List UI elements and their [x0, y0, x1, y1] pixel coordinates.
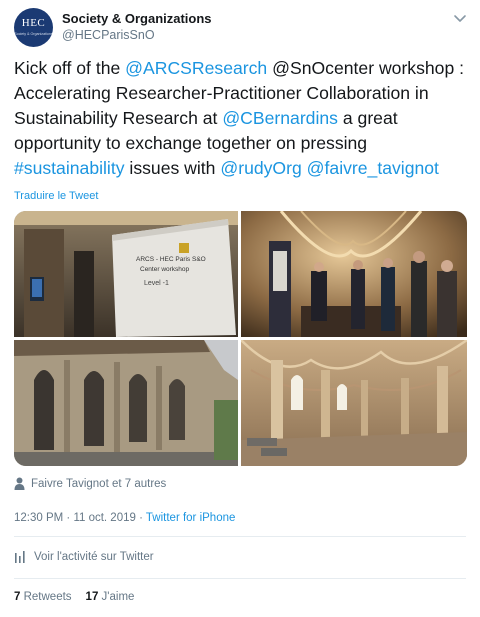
photo-attendees-hall[interactable] [241, 211, 467, 337]
engagement-stats: 7 Retweets 17 J'aime [14, 591, 134, 603]
likes-stat[interactable]: 17 J'aime [86, 591, 135, 603]
tweet-header: HEC Society & Organizations Society & Or… [14, 8, 470, 48]
author-handle[interactable]: @HECParisSnO [62, 27, 212, 43]
photo-attendees-hall-image [241, 211, 467, 337]
timestamp-row: 12:30 PM · 11 oct. 2019 · Twitter for iP… [14, 512, 235, 524]
author-names[interactable]: Society & Organizations @HECParisSnO [62, 11, 212, 43]
photo-workshop-sign[interactable]: ARCS - HEC Paris S&O Center workshop Lev… [14, 211, 238, 337]
avatar-logo-text: HEC [21, 17, 46, 29]
bar-chart-icon [15, 551, 25, 563]
photo-vaulted-hall-image [241, 340, 467, 466]
mention-link[interactable]: @CBernardins [222, 108, 338, 128]
person-icon [14, 477, 25, 490]
mention-link[interactable]: @faivre_tavignot [307, 158, 439, 178]
retweets-stat[interactable]: 7 Retweets [14, 591, 72, 603]
sign-line-1: ARCS - HEC Paris S&O [136, 256, 206, 263]
sign-line-2: Center workshop [140, 266, 190, 273]
retweets-count: 7 [14, 591, 21, 603]
view-activity-label[interactable]: Voir l'activité sur Twitter [34, 551, 154, 563]
tweet-text-segment: Kick off of the [14, 58, 126, 78]
chevron-down-icon[interactable] [452, 10, 468, 26]
hashtag-link[interactable]: #sustainability [14, 158, 125, 178]
likers-text[interactable]: Faivre Tavignot et 7 autres [31, 478, 166, 490]
author-display-name[interactable]: Society & Organizations [62, 11, 212, 27]
mention-link[interactable]: @rudyOrg [220, 158, 301, 178]
avatar[interactable]: HEC Society & Organizations [14, 8, 53, 47]
photo-workshop-sign-image: ARCS - HEC Paris S&O Center workshop Lev… [14, 211, 238, 337]
divider [14, 536, 466, 537]
view-activity-row[interactable]: Voir l'activité sur Twitter [14, 550, 154, 563]
tweet-text: Kick off of the @ARCSResearch @SnOcenter… [14, 56, 472, 181]
mention-link[interactable]: @ARCSResearch [125, 58, 267, 78]
retweets-label: Retweets [23, 591, 72, 603]
divider [14, 578, 466, 579]
sign-line-3: Level -1 [144, 280, 169, 287]
timestamp[interactable]: 12:30 PM · 11 oct. 2019 · [14, 512, 146, 524]
translate-tweet-link[interactable]: Traduire le Tweet [14, 190, 98, 202]
media-grid: ARCS - HEC Paris S&O Center workshop Lev… [14, 211, 467, 466]
tweet-text-segment: issues with [124, 158, 221, 178]
likers-row[interactable]: Faivre Tavignot et 7 autres [14, 477, 166, 490]
photo-building-exterior-image [14, 340, 238, 466]
photo-vaulted-hall[interactable] [241, 340, 467, 466]
source-link[interactable]: Twitter for iPhone [146, 512, 235, 524]
likes-label: J'aime [101, 591, 135, 603]
avatar-logo-subtext: Society & Organizations [14, 32, 53, 36]
photo-building-exterior[interactable] [14, 340, 238, 466]
likes-count: 17 [85, 591, 99, 603]
